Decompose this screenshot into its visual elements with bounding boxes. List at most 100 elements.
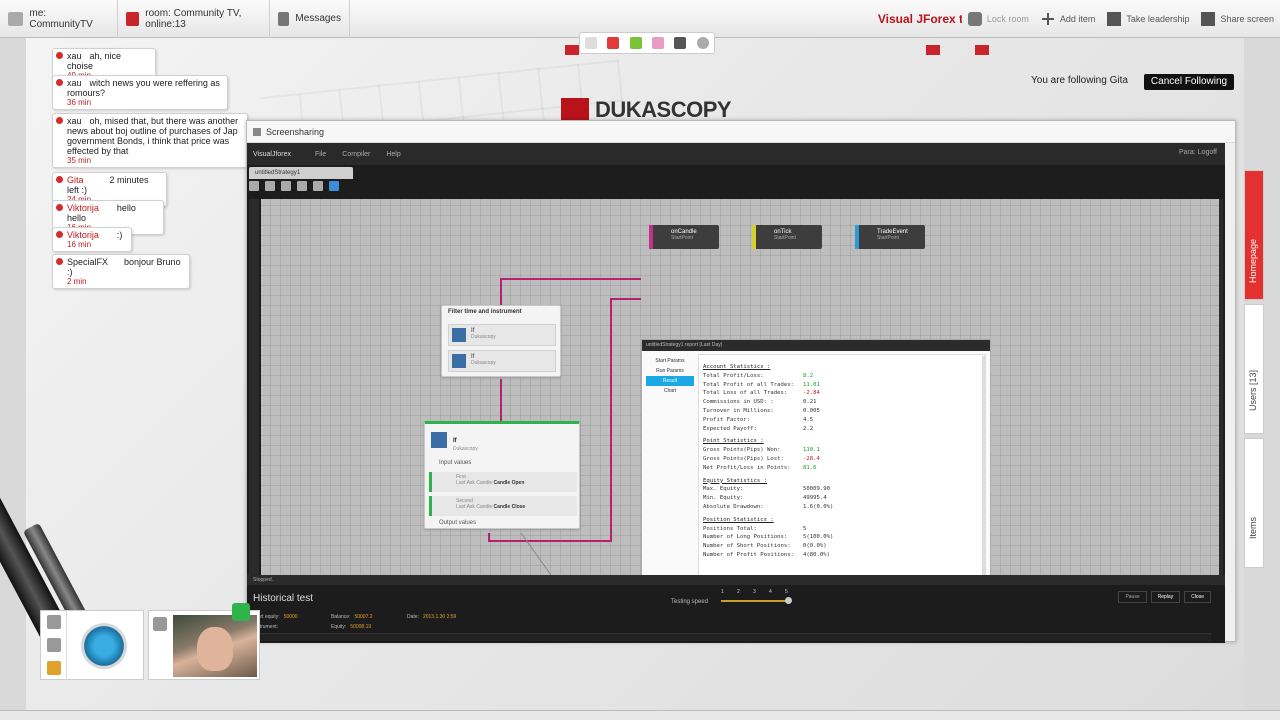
menu-logoff[interactable]: Para: Logoff xyxy=(1179,149,1217,156)
eraser-icon[interactable] xyxy=(652,37,665,49)
clear-icon[interactable] xyxy=(696,37,709,49)
timeline-bar[interactable] xyxy=(261,633,1211,641)
volume-icon[interactable] xyxy=(47,661,61,675)
save-icon[interactable] xyxy=(265,181,275,191)
room-button[interactable]: room: Community TV, online:13 xyxy=(118,0,270,38)
delete-message-icon[interactable] xyxy=(56,176,63,183)
messages-button[interactable]: Messages xyxy=(270,0,350,38)
menu-compiler[interactable]: Compiler xyxy=(342,151,370,158)
input-row-first[interactable]: First Last Ask Candle Candle Open xyxy=(429,472,577,492)
compile-icon[interactable] xyxy=(281,181,291,191)
delete-message-icon[interactable] xyxy=(56,52,63,59)
user-icon xyxy=(8,11,24,26)
start-block-oncandle[interactable]: onCandle StartPoint xyxy=(649,225,719,249)
export-icon[interactable] xyxy=(313,181,323,191)
node-row-sub: Dukascopy xyxy=(471,334,496,340)
report-menu-chart[interactable]: Chart xyxy=(646,386,694,396)
red-flag-icon xyxy=(926,45,940,55)
report-row-label: Commissions in USD: : xyxy=(703,399,774,406)
input-row-value: Candle Close xyxy=(493,504,526,510)
if-node[interactable]: If Dukascopy Input values First Last Ask… xyxy=(424,421,580,529)
chat-time: 35 min xyxy=(67,156,92,165)
chat-user: Gita xyxy=(67,175,84,185)
menu-help[interactable]: Help xyxy=(386,151,400,158)
strategy-canvas[interactable]: onCandle StartPoint onTick StartPoint Tr… xyxy=(261,199,1219,597)
report-row-value: -28.4 xyxy=(803,455,820,462)
output-values-section[interactable]: Output values xyxy=(439,520,476,526)
tab-items[interactable]: Items xyxy=(1244,438,1264,568)
filter-node[interactable]: Filter time and instrument If Dukascopy … xyxy=(441,305,561,377)
report-row: Gross Points(Pips) Lost: -28.4 xyxy=(703,455,981,464)
report-menu-result[interactable]: Result xyxy=(646,376,694,386)
input-row-second[interactable]: Second Last Ask Candle Candle Close xyxy=(429,496,577,516)
app-menubar: VisualJforex File Compiler Help Para: Lo… xyxy=(247,143,1225,165)
chat-message: xau oh, mised that, but there was another… xyxy=(52,113,248,168)
menu-file[interactable]: File xyxy=(315,151,326,158)
delete-message-icon[interactable] xyxy=(56,117,63,124)
strategy-tab[interactable]: untitledStrategy1 xyxy=(249,167,353,179)
start-block-tradeevent[interactable]: TradeEvent StartPoint xyxy=(855,225,925,249)
report-row-label: Number of Long Positions: xyxy=(703,534,788,541)
me-button[interactable]: me: CommunityTV xyxy=(0,0,118,38)
cancel-following-button[interactable]: Cancel Following xyxy=(1144,74,1234,90)
report-row: Gross Points(Pips) Won: 110.1 xyxy=(703,446,981,455)
report-menu-start-params[interactable]: Start Params xyxy=(646,356,694,366)
green-pen-icon[interactable] xyxy=(629,37,642,49)
lock-room-button[interactable]: Lock room xyxy=(962,0,1035,38)
start-equity-value: 50000 xyxy=(283,614,298,620)
delete-message-icon[interactable] xyxy=(56,231,63,238)
node-row[interactable]: If Dukascopy xyxy=(448,350,556,372)
start-block-sub: StartPoint xyxy=(671,235,693,241)
camera-icon[interactable] xyxy=(47,638,61,652)
report-row-label: Total Profit/Loss: xyxy=(703,372,764,379)
balance-info: Balance: 50007.2 Equity: 50008.19 xyxy=(331,612,373,632)
speed-slider-handle[interactable] xyxy=(785,597,792,604)
report-row-value: 49995.4 xyxy=(803,495,827,502)
delete-message-icon[interactable] xyxy=(56,258,63,265)
plus-icon xyxy=(1040,12,1055,26)
speaker-icon[interactable] xyxy=(232,603,250,621)
camera-icon[interactable] xyxy=(153,617,167,631)
delete-message-icon[interactable] xyxy=(56,79,63,86)
report-menu-run-params[interactable]: Run Params xyxy=(646,366,694,376)
delete-message-icon[interactable] xyxy=(56,204,63,211)
tab-homepage[interactable]: Homepage xyxy=(1244,170,1264,300)
start-block-color xyxy=(752,225,756,249)
speed-slider-track[interactable] xyxy=(721,600,789,602)
close-button[interactable]: Close xyxy=(1184,591,1211,603)
report-scrollbar[interactable] xyxy=(982,356,986,586)
report-row: Commissions in USD: : 0.21 xyxy=(703,398,981,407)
menu-icon[interactable] xyxy=(585,37,598,49)
messages-label: Messages xyxy=(295,13,341,24)
take-leadership-button[interactable]: Take leadership xyxy=(1101,0,1195,38)
webcam-icon[interactable] xyxy=(81,623,127,669)
test-icon[interactable] xyxy=(329,181,339,191)
report-row: Net Profit/Loss in Points: 81.6 xyxy=(703,464,981,473)
webcam-panel xyxy=(40,610,144,681)
replay-button[interactable]: Replay xyxy=(1150,591,1181,603)
start-block-ontick[interactable]: onTick StartPoint xyxy=(752,225,822,249)
report-row: Profit Factor: 4.5 xyxy=(703,416,981,425)
pause-button[interactable]: Pause xyxy=(1118,591,1147,603)
run-icon[interactable] xyxy=(297,181,307,191)
node-row[interactable]: If Dukascopy xyxy=(448,324,556,346)
left-collapse-bar[interactable] xyxy=(249,199,259,575)
input-row-sub: Last Ask Candle xyxy=(456,504,493,510)
historical-test-panel: Historical test Testing speed 1 2 3 4 5 … xyxy=(247,585,1225,643)
share-screen-button[interactable]: Share screen xyxy=(1195,0,1280,38)
tab-items-label: Items xyxy=(1248,516,1258,539)
microphone-icon[interactable] xyxy=(47,615,61,629)
input-values-section[interactable]: Input values xyxy=(439,460,471,466)
app-name: VisualJforex xyxy=(253,150,292,158)
tab-users[interactable]: Users [13] xyxy=(1244,304,1264,434)
red-pen-icon[interactable] xyxy=(607,37,620,49)
flag-icon xyxy=(1107,12,1122,26)
open-icon[interactable] xyxy=(249,181,259,191)
report-row-value: 5 xyxy=(803,525,807,532)
report-row-value: 1.6(0.0%) xyxy=(803,503,834,510)
report-row: Number of Long Positions: 5(100.0%) xyxy=(703,533,981,542)
add-item-button[interactable]: Add item xyxy=(1035,0,1102,38)
marker-icon[interactable] xyxy=(674,37,687,49)
add-item-label: Add item xyxy=(1059,14,1096,24)
report-row-label: Positions Total: xyxy=(703,525,757,532)
